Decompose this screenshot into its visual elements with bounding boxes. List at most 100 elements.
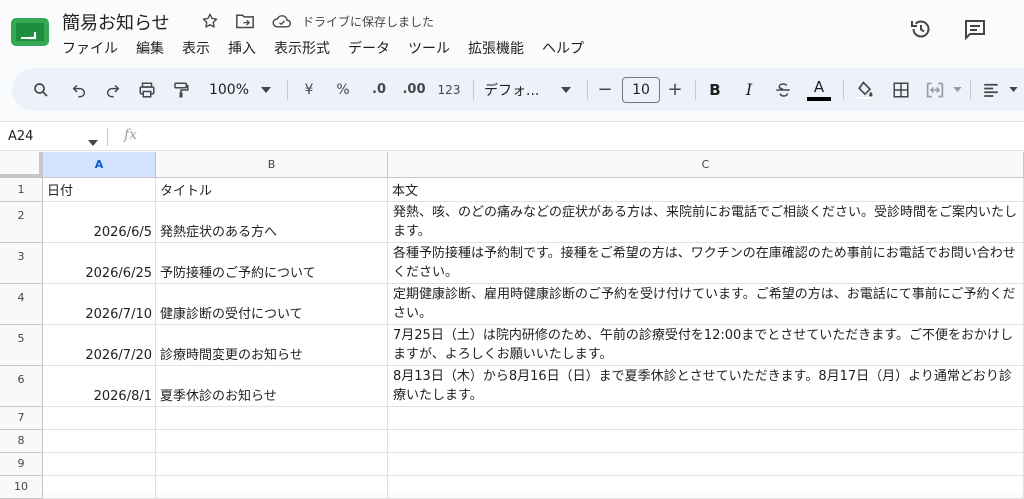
- star-icon[interactable]: [199, 10, 221, 32]
- column-header-b[interactable]: B: [156, 152, 388, 178]
- menu-tools[interactable]: ツール: [408, 38, 459, 58]
- bold-button[interactable]: B: [704, 68, 726, 111]
- row-header[interactable]: 8: [0, 430, 43, 453]
- zoom-dropdown-icon[interactable]: [258, 68, 274, 111]
- row-header[interactable]: 7: [0, 407, 43, 430]
- document-title[interactable]: 簡易お知らせ: [62, 9, 170, 35]
- font-family-select[interactable]: デフォ...: [484, 68, 552, 111]
- cell-b4[interactable]: 健康診断の受付について: [156, 284, 388, 325]
- cell-b2[interactable]: 発熱症状のある方へ: [156, 202, 388, 243]
- cell-c2[interactable]: 発熱、咳、のどの痛みなどの症状がある方は、来院前にお電話でご相談ください。受診時…: [388, 202, 1024, 243]
- version-history-icon[interactable]: [908, 16, 934, 42]
- comments-icon[interactable]: [962, 16, 988, 42]
- row-header[interactable]: 6: [0, 366, 43, 407]
- menu-file[interactable]: ファイル: [62, 38, 127, 58]
- cell-c10[interactable]: [388, 476, 1024, 499]
- cell-c9[interactable]: [388, 453, 1024, 476]
- cell-a7[interactable]: [43, 407, 156, 430]
- row-header[interactable]: 1: [0, 178, 43, 202]
- more-formats-button[interactable]: 123: [436, 68, 462, 111]
- column-header-c[interactable]: C: [388, 152, 1024, 178]
- cell-c8[interactable]: [388, 430, 1024, 453]
- formula-bar: A24 fx: [0, 121, 1024, 151]
- cell-b1[interactable]: タイトル: [156, 178, 388, 202]
- text-color-letter: A: [813, 77, 825, 96]
- increase-decimal-label: .00: [402, 82, 426, 97]
- move-to-folder-icon[interactable]: [234, 10, 256, 32]
- toolbar-divider: [587, 80, 588, 100]
- row-header[interactable]: 10: [0, 476, 43, 499]
- name-box[interactable]: A24: [8, 129, 33, 144]
- increase-decimal-button[interactable]: .00: [400, 68, 428, 111]
- italic-button[interactable]: I: [738, 68, 760, 111]
- strikethrough-icon[interactable]: [772, 68, 794, 111]
- redo-icon[interactable]: [100, 68, 126, 111]
- cell-c6[interactable]: 8月13日（木）から8月16日（日）まで夏季休診とさせていただきます。8月17日…: [388, 366, 1024, 407]
- spreadsheet-grid[interactable]: A B C 1 日付 タイトル 本文 2 2026/6/5 発熱症状のある方へ …: [0, 152, 1024, 499]
- cell-a2[interactable]: 2026/6/5: [43, 202, 156, 243]
- row-header[interactable]: 4: [0, 284, 43, 325]
- select-all-corner[interactable]: [0, 152, 43, 178]
- cell-b8[interactable]: [156, 430, 388, 453]
- font-dropdown-icon[interactable]: [558, 68, 574, 111]
- cell-b10[interactable]: [156, 476, 388, 499]
- increase-font-size-button[interactable]: +: [664, 68, 686, 111]
- cell-c4[interactable]: 定期健康診断、雇用時健康診断のご予約を受け付けています。ご希望の方は、お電話にて…: [388, 284, 1024, 325]
- cell-a1[interactable]: 日付: [43, 178, 156, 202]
- cell-b7[interactable]: [156, 407, 388, 430]
- cell-b9[interactable]: [156, 453, 388, 476]
- cell-a6[interactable]: 2026/8/1: [43, 366, 156, 407]
- cell-b3[interactable]: 予防接種のご予約について: [156, 243, 388, 284]
- row-header[interactable]: 3: [0, 243, 43, 284]
- align-dropdown-icon[interactable]: [1006, 68, 1020, 111]
- row-header[interactable]: 5: [0, 325, 43, 366]
- font-size-input[interactable]: 10: [622, 77, 660, 103]
- row-header[interactable]: 9: [0, 453, 43, 476]
- toolbar-divider: [970, 80, 971, 100]
- zoom-select[interactable]: 100%: [204, 68, 254, 111]
- print-icon[interactable]: [134, 68, 160, 111]
- menu-view[interactable]: 表示: [182, 38, 219, 58]
- cell-b6[interactable]: 夏季休診のお知らせ: [156, 366, 388, 407]
- column-header-a[interactable]: A: [43, 152, 156, 178]
- cloud-saved-icon[interactable]: [271, 10, 293, 32]
- fx-icon: fx: [124, 127, 138, 143]
- currency-button[interactable]: ¥: [298, 68, 320, 111]
- title-bar: 簡易お知らせ ドライブに保存しました ファイル 編集 表示 挿入 表示形式 デー…: [0, 0, 1024, 64]
- menu-extensions[interactable]: 拡張機能: [468, 38, 533, 58]
- cell-b5[interactable]: 診療時間変更のお知らせ: [156, 325, 388, 366]
- search-icon[interactable]: [28, 68, 54, 111]
- percent-button[interactable]: %: [332, 68, 354, 111]
- fill-color-icon[interactable]: [852, 68, 878, 111]
- cell-a8[interactable]: [43, 430, 156, 453]
- cell-a3[interactable]: 2026/6/25: [43, 243, 156, 284]
- borders-icon[interactable]: [888, 68, 914, 111]
- cell-c1[interactable]: 本文: [388, 178, 1024, 202]
- toolbar-divider: [473, 80, 474, 100]
- cell-a4[interactable]: 2026/7/10: [43, 284, 156, 325]
- cell-c5[interactable]: 7月25日（土）は院内研修のため、午前の診療受付を12:00までとさせていただき…: [388, 325, 1024, 366]
- undo-icon[interactable]: [66, 68, 92, 111]
- row-header[interactable]: 2: [0, 202, 43, 243]
- decrease-decimal-button[interactable]: .0: [366, 68, 392, 111]
- decrease-font-size-button[interactable]: −: [594, 68, 616, 111]
- cell-a10[interactable]: [43, 476, 156, 499]
- menu-format[interactable]: 表示形式: [274, 38, 339, 58]
- menu-insert[interactable]: 挿入: [228, 38, 265, 58]
- formula-divider: [107, 128, 108, 146]
- cell-a9[interactable]: [43, 453, 156, 476]
- menu-help[interactable]: ヘルプ: [542, 38, 593, 58]
- cell-c7[interactable]: [388, 407, 1024, 430]
- toolbar: 100% ¥ % .0 .00 123 デフォ... − 10 + B I A: [12, 68, 1024, 111]
- menu-data[interactable]: データ: [348, 38, 399, 58]
- sheets-logo-icon[interactable]: [11, 18, 49, 46]
- merge-cells-icon[interactable]: [922, 68, 948, 111]
- name-box-dropdown-icon[interactable]: [88, 131, 98, 150]
- cell-a5[interactable]: 2026/7/20: [43, 325, 156, 366]
- cell-c3[interactable]: 各種予防接種は予約制です。接種をご希望の方は、ワクチンの在庫確認のため事前にお電…: [388, 243, 1024, 284]
- paint-format-icon[interactable]: [168, 68, 194, 111]
- text-color-button[interactable]: A: [806, 68, 832, 111]
- horizontal-align-icon[interactable]: [978, 68, 1004, 111]
- menu-edit[interactable]: 編集: [136, 38, 173, 58]
- merge-dropdown-icon[interactable]: [950, 68, 964, 111]
